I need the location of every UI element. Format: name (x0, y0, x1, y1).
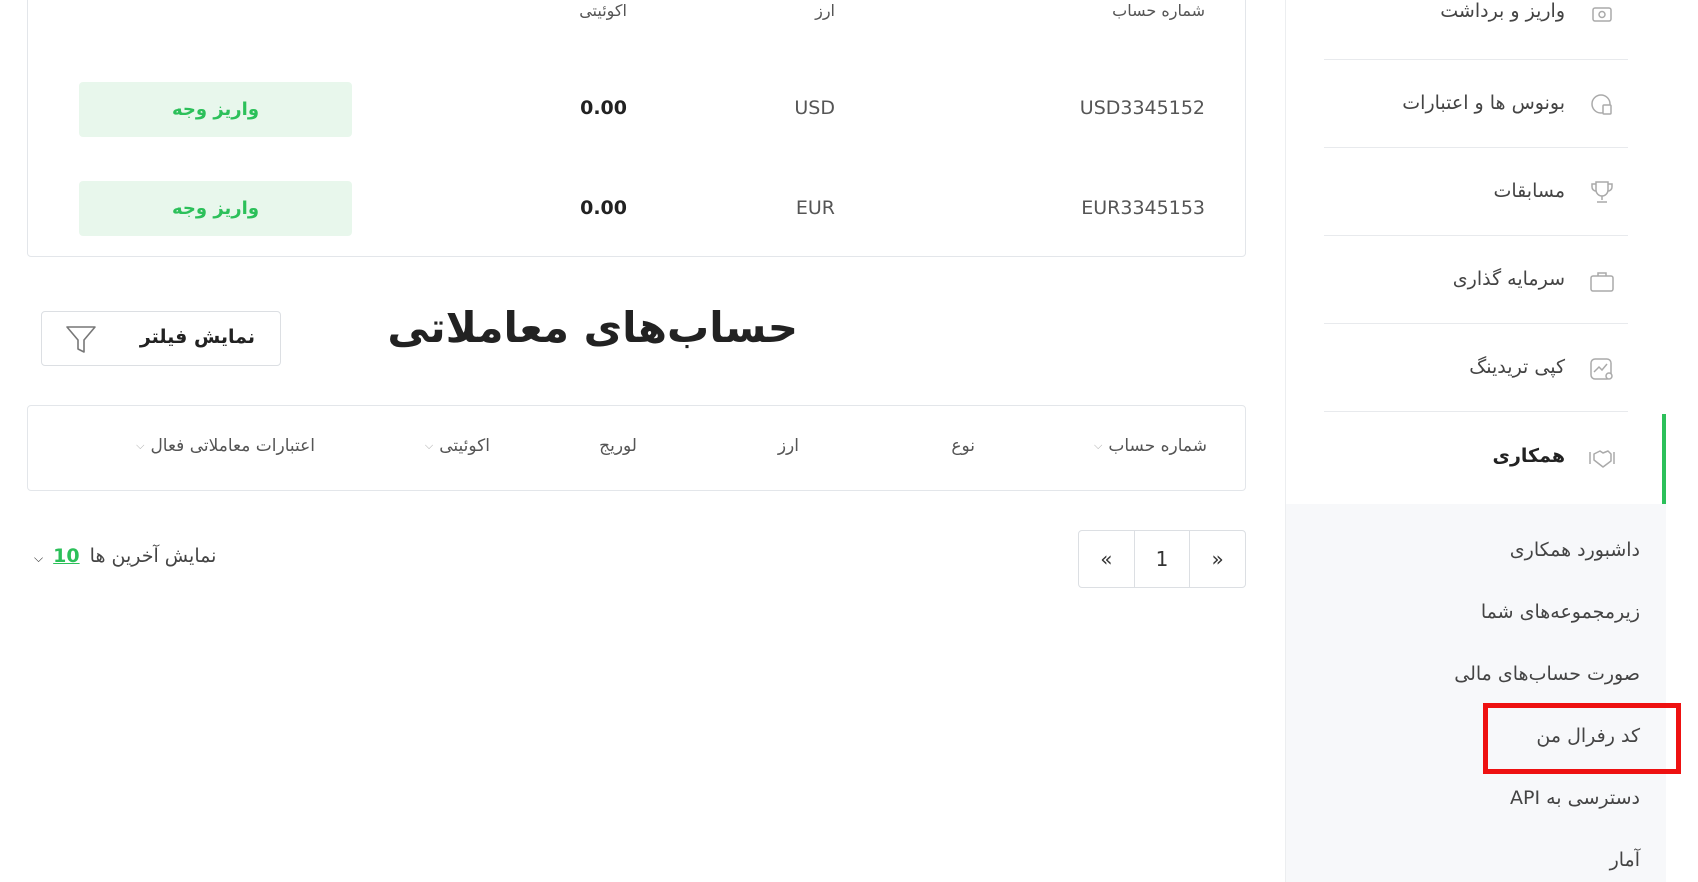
submenu-your-referrals[interactable]: زیرمجموعه‌های شما (1481, 601, 1640, 623)
show-last-dropdown[interactable]: نمایش آخرین ها 10 ⌵ (34, 545, 216, 567)
page-title: حساب‌های معاملاتی (387, 303, 798, 352)
column-label: اکوئیتی (439, 436, 490, 456)
submenu-partnership-dashboard[interactable]: داشبورد همکاری (1510, 539, 1640, 561)
sidebar-item-label: بونوس ها و اعتبارات (1402, 92, 1565, 114)
account-number: EUR3345153 (1081, 197, 1205, 219)
deposit-button[interactable]: واریز وجه (79, 82, 352, 137)
deposit-button[interactable]: واریز وجه (79, 181, 352, 236)
show-last-count: 10 (53, 545, 80, 567)
submenu-api-access[interactable]: دسترسی به API (1510, 787, 1640, 809)
sidebar-item-partnership[interactable]: همکاری (1286, 412, 1666, 504)
wallet-table: شماره حساب ارز اکوئیتی USD3345152 USD 0.… (27, 0, 1246, 257)
chevron-down-icon: ⌵ (424, 439, 434, 452)
header-equity: اکوئیتی (579, 1, 627, 20)
pagination: « 1 » (1078, 530, 1246, 588)
header-account-number: شماره حساب (1112, 1, 1205, 20)
sidebar-item-copy-trading[interactable]: کپی تریدینگ (1286, 324, 1666, 412)
filter-button-label: نمایش فیلتر (139, 326, 255, 348)
submenu-statistics[interactable]: آمار (1610, 849, 1640, 871)
chevron-down-icon: ⌵ (34, 551, 44, 565)
handshake-icon (1589, 450, 1615, 468)
column-leverage[interactable]: لوریج (599, 436, 637, 456)
sidebar-item-label: مسابقات (1493, 180, 1566, 202)
sidebar-item-competitions[interactable]: مسابقات (1286, 148, 1666, 236)
bonus-icon (1591, 94, 1612, 115)
sidebar-item-label: کپی تریدینگ (1469, 356, 1565, 378)
sidebar-nav: واریز و برداشت بونوس ها و اعتبارات مسابق… (1286, 0, 1666, 504)
column-label: اعتبارات معاملاتی فعال (150, 436, 315, 456)
main-content: شماره حساب ارز اکوئیتی USD3345152 USD 0.… (0, 0, 1250, 882)
show-filter-button[interactable]: نمایش فیلتر (41, 311, 281, 366)
pagination-last-button[interactable]: » (1189, 531, 1245, 587)
sidebar-item-label: همکاری (1492, 445, 1565, 467)
sidebar-item-deposit-withdraw[interactable]: واریز و برداشت (1286, 0, 1666, 60)
header-currency: ارز (815, 1, 835, 20)
account-number: USD3345152 (1079, 97, 1205, 119)
column-currency[interactable]: ارز (778, 436, 799, 456)
chevron-down-icon: ⌵ (136, 439, 145, 452)
sidebar: واریز و برداشت بونوس ها و اعتبارات مسابق… (1285, 0, 1681, 882)
column-equity[interactable]: اکوئیتی ⌵ (425, 436, 490, 456)
partnership-submenu: داشبورد همکاری زیرمجموعه‌های شما صورت حس… (1286, 504, 1681, 882)
submenu-financial-statements[interactable]: صورت حساب‌های مالی (1454, 663, 1640, 685)
copy-trading-icon (1590, 358, 1613, 380)
trophy-icon (1591, 181, 1613, 203)
briefcase-icon (1590, 272, 1614, 292)
sidebar-item-label: سرمایه گذاری (1452, 268, 1565, 290)
trading-accounts-header: شماره حساب ⌵ نوع ارز لوریج اکوئیتی ⌵ اعتبا… (27, 405, 1246, 491)
show-last-label: نمایش آخرین ها (89, 545, 217, 567)
column-account-number[interactable]: شماره حساب ⌵ (1094, 436, 1207, 456)
sidebar-item-label: واریز و برداشت (1440, 0, 1565, 22)
pagination-first-button[interactable]: « (1079, 531, 1134, 587)
chevron-down-icon: ⌵ (1094, 439, 1103, 452)
sidebar-item-bonuses[interactable]: بونوس ها و اعتبارات (1286, 60, 1666, 148)
account-currency: EUR (795, 197, 835, 219)
filter-icon (66, 326, 96, 353)
account-currency: USD (794, 97, 835, 119)
highlight-annotation-box (1483, 703, 1681, 774)
account-equity: 0.00 (580, 97, 627, 119)
pagination-page-button[interactable]: 1 (1133, 531, 1190, 587)
active-indicator (1662, 414, 1666, 504)
account-equity: 0.00 (580, 197, 627, 219)
money-hand-icon (1592, 7, 1612, 22)
column-type[interactable]: نوع (951, 436, 975, 456)
sidebar-item-investment[interactable]: سرمایه گذاری (1286, 236, 1666, 324)
column-active-credits[interactable]: اعتبارات معاملاتی فعال ⌵ (136, 436, 315, 456)
column-label: شماره حساب (1108, 436, 1207, 456)
